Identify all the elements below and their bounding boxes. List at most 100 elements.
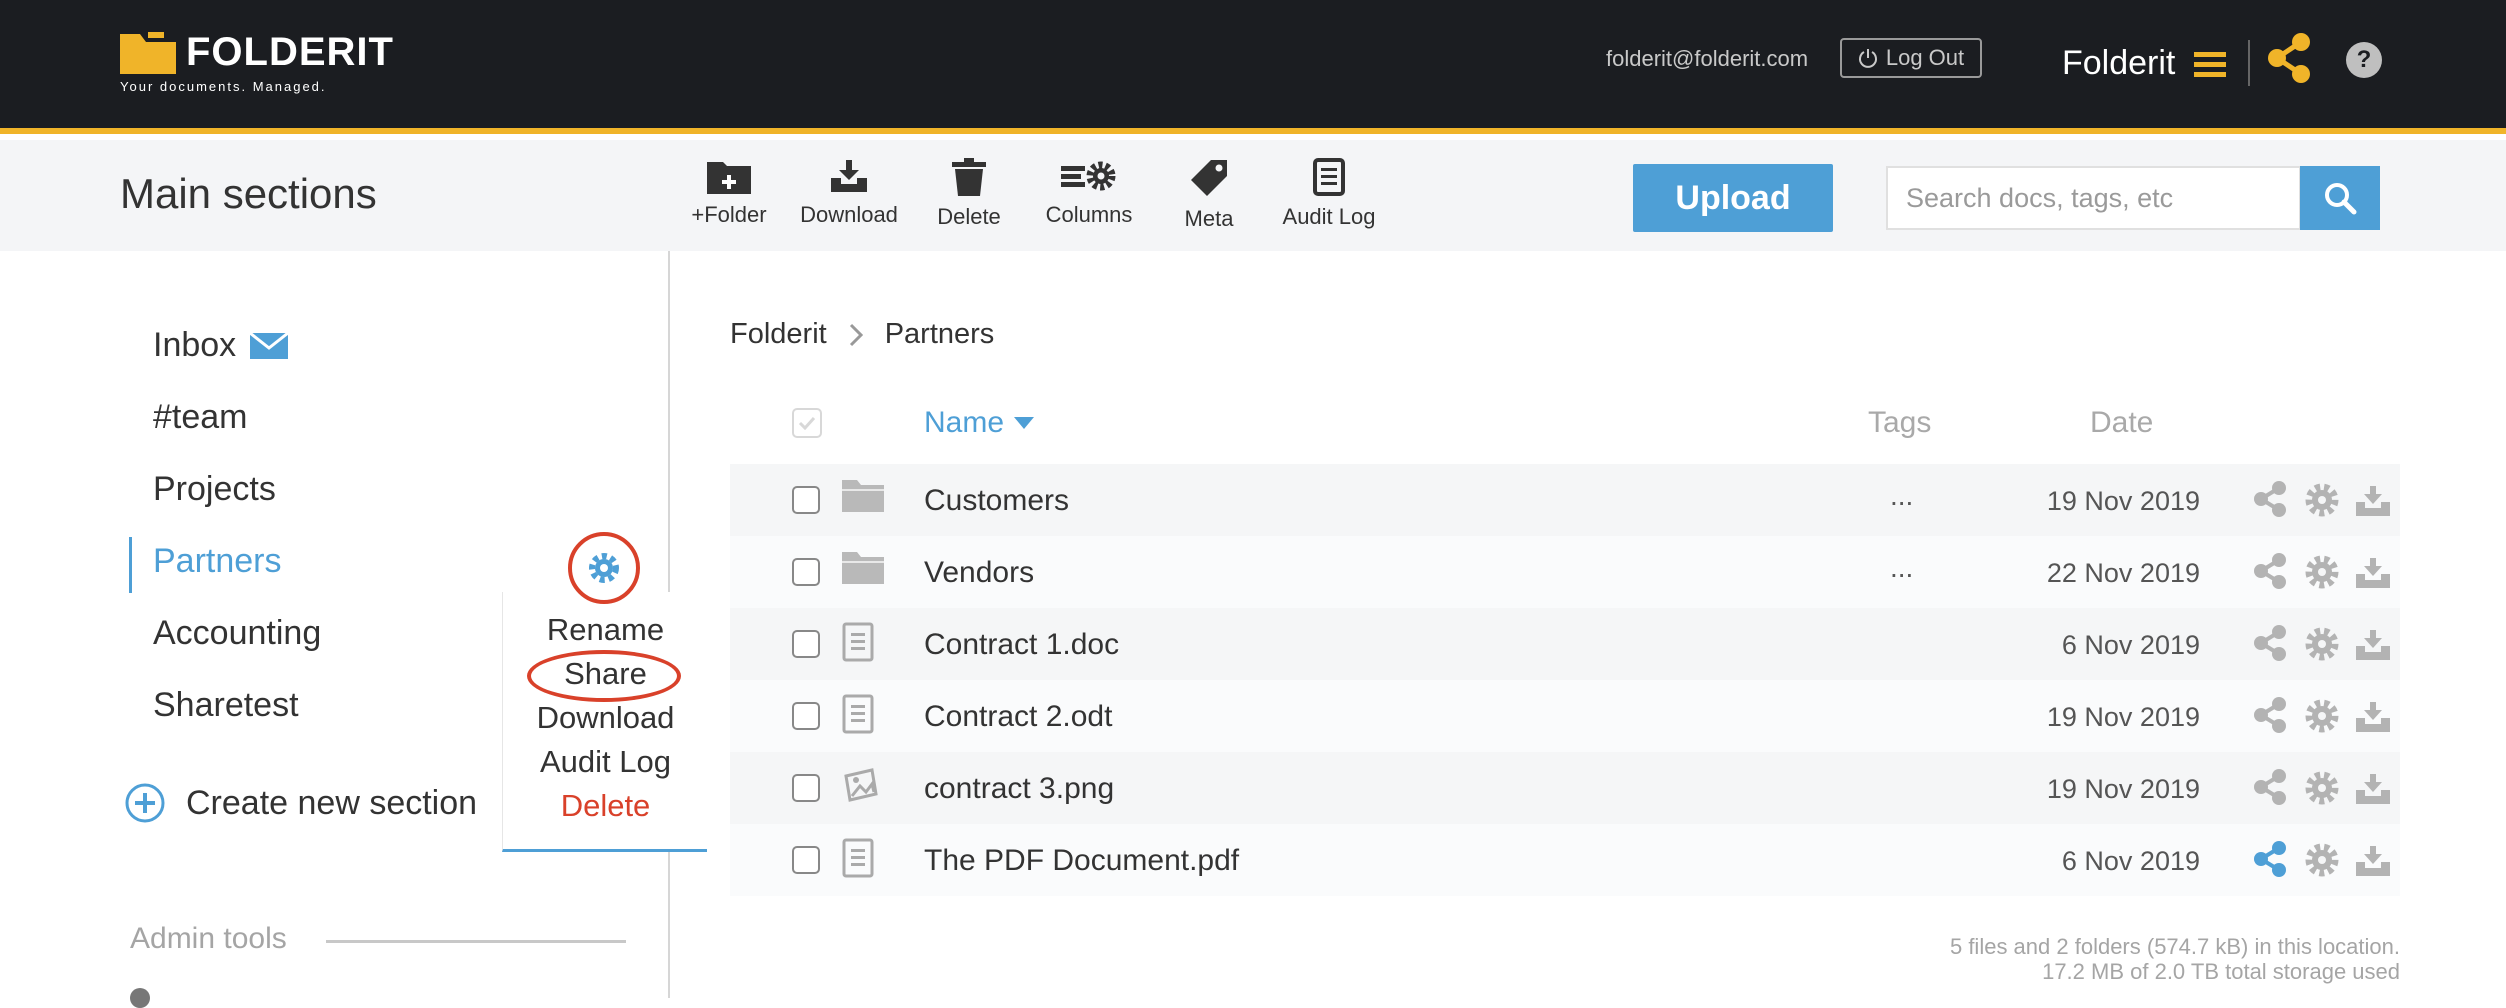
menu-item-audit-log[interactable]: Audit Log <box>503 744 708 780</box>
row-share-button[interactable] <box>2252 624 2288 662</box>
help-icon[interactable]: ? <box>2346 42 2382 78</box>
sidebar-item-inbox[interactable]: Inbox <box>153 326 289 365</box>
new-folder-button[interactable]: +Folder <box>669 158 789 228</box>
gear-icon <box>2305 555 2339 589</box>
search-button[interactable] <box>2300 166 2380 230</box>
logout-button[interactable]: Log Out <box>1840 38 1982 78</box>
download-tray-icon <box>2356 774 2390 804</box>
table-header: Name Tags Date <box>730 396 2400 452</box>
table-row[interactable]: contract 3.png 19 Nov 2019 <box>730 752 2400 824</box>
sidebar-item-accounting[interactable]: Accounting <box>153 614 321 653</box>
download-tray-icon <box>831 160 867 192</box>
logo-name: FOLDERIT <box>186 30 394 74</box>
row-checkbox[interactable] <box>792 702 820 730</box>
row-type-icon <box>842 838 874 878</box>
row-checkbox[interactable] <box>792 846 820 874</box>
row-name[interactable]: Customers <box>924 484 1069 518</box>
menu-item-download[interactable]: Download <box>503 700 708 736</box>
row-download-button[interactable] <box>2354 772 2392 806</box>
row-share-button[interactable] <box>2252 696 2288 734</box>
row-tags[interactable]: ... <box>1890 552 1913 584</box>
row-share-button[interactable] <box>2252 552 2288 590</box>
row-share-button[interactable] <box>2252 768 2288 806</box>
row-type-icon <box>842 550 884 584</box>
column-header-name[interactable]: Name <box>924 406 1035 440</box>
row-download-button[interactable] <box>2354 700 2392 734</box>
header-divider <box>2248 40 2250 86</box>
row-share-button[interactable] <box>2252 840 2288 878</box>
meta-label: Meta <box>1184 206 1234 231</box>
sidebar-item-projects[interactable]: Projects <box>153 470 276 509</box>
table-row[interactable]: The PDF Document.pdf 6 Nov 2019 <box>730 824 2400 896</box>
row-checkbox[interactable] <box>792 630 820 658</box>
share-icon[interactable] <box>2265 32 2313 84</box>
search-icon <box>2325 183 2357 215</box>
folder-icon <box>842 552 884 584</box>
share-icon <box>2254 625 2286 661</box>
share-icon <box>2254 841 2286 877</box>
sidebar-item-partners[interactable]: Partners <box>153 542 282 581</box>
active-indicator <box>129 537 132 593</box>
row-settings-button[interactable] <box>2304 626 2340 662</box>
hamburger-menu-icon[interactable] <box>2194 52 2226 78</box>
row-name[interactable]: Contract 1.doc <box>924 628 1119 662</box>
row-share-button[interactable] <box>2252 480 2288 518</box>
section-settings-button[interactable] <box>568 532 640 604</box>
row-tags[interactable]: ... <box>1890 480 1913 512</box>
row-download-button[interactable] <box>2354 556 2392 590</box>
audit-log-button[interactable]: Audit Log <box>1269 158 1389 230</box>
download-tray-icon <box>2356 486 2390 516</box>
row-download-button[interactable] <box>2354 844 2392 878</box>
sidebar-item-label: Partners <box>153 542 282 580</box>
upload-button[interactable]: Upload <box>1633 164 1833 232</box>
gear-icon <box>2305 627 2339 661</box>
sidebar-item-label: Accounting <box>153 614 322 652</box>
table-row[interactable]: Contract 2.odt 19 Nov 2019 <box>730 680 2400 752</box>
delete-button[interactable]: Delete <box>909 158 1029 230</box>
sidebar-item-team[interactable]: #team <box>153 398 248 437</box>
menu-item-delete[interactable]: Delete <box>503 788 708 824</box>
download-label: Download <box>800 202 898 227</box>
storage-info: 5 files and 2 folders (574.7 kB) in this… <box>1700 934 2400 984</box>
sidebar-item-sharetest[interactable]: Sharetest <box>153 686 299 725</box>
select-all-checkbox[interactable] <box>792 408 822 438</box>
table-row[interactable]: Customers... 19 Nov 2019 <box>730 464 2400 536</box>
gear-icon <box>2305 843 2339 877</box>
menu-item-rename[interactable]: Rename <box>503 612 708 648</box>
row-name[interactable]: Contract 2.odt <box>924 700 1112 734</box>
column-header-date[interactable]: Date <box>2090 406 2153 440</box>
table-row[interactable]: Vendors... 22 Nov 2019 <box>730 536 2400 608</box>
breadcrumb-root[interactable]: Folderit <box>730 318 827 351</box>
create-section-button[interactable]: Create new section <box>124 782 477 824</box>
logo[interactable]: FOLDERIT Your documents. Managed. <box>120 30 394 94</box>
row-settings-button[interactable] <box>2304 770 2340 806</box>
row-download-button[interactable] <box>2354 484 2392 518</box>
row-checkbox[interactable] <box>792 558 820 586</box>
row-date: 6 Nov 2019 <box>2061 846 2200 876</box>
row-settings-button[interactable] <box>2304 554 2340 590</box>
row-download-button[interactable] <box>2354 628 2392 662</box>
section-context-menu: Rename Share Download Audit Log Delete <box>502 592 707 852</box>
row-settings-button[interactable] <box>2304 842 2340 878</box>
row-settings-button[interactable] <box>2304 482 2340 518</box>
download-button[interactable]: Download <box>789 158 909 228</box>
search-input[interactable] <box>1886 166 2301 230</box>
row-checkbox[interactable] <box>792 774 820 802</box>
row-checkbox[interactable] <box>792 486 820 514</box>
columns-button[interactable]: Columns <box>1029 158 1149 228</box>
table-row[interactable]: Contract 1.doc 6 Nov 2019 <box>730 608 2400 680</box>
meta-button[interactable]: Meta <box>1149 158 1269 232</box>
sidebar-item-label: Inbox <box>153 326 237 364</box>
user-icon <box>130 988 150 1008</box>
row-name[interactable]: The PDF Document.pdf <box>924 844 1239 878</box>
logout-label: Log Out <box>1885 45 1965 70</box>
row-settings-button[interactable] <box>2304 698 2340 734</box>
row-date: 19 Nov 2019 <box>2046 486 2200 516</box>
share-icon <box>2254 553 2286 589</box>
download-tray-icon <box>2356 702 2390 732</box>
check-icon <box>798 416 816 430</box>
row-name[interactable]: contract 3.png <box>924 772 1114 806</box>
row-name[interactable]: Vendors <box>924 556 1034 590</box>
account-name[interactable]: Folderit <box>2062 44 2175 83</box>
column-header-tags[interactable]: Tags <box>1868 406 1931 440</box>
